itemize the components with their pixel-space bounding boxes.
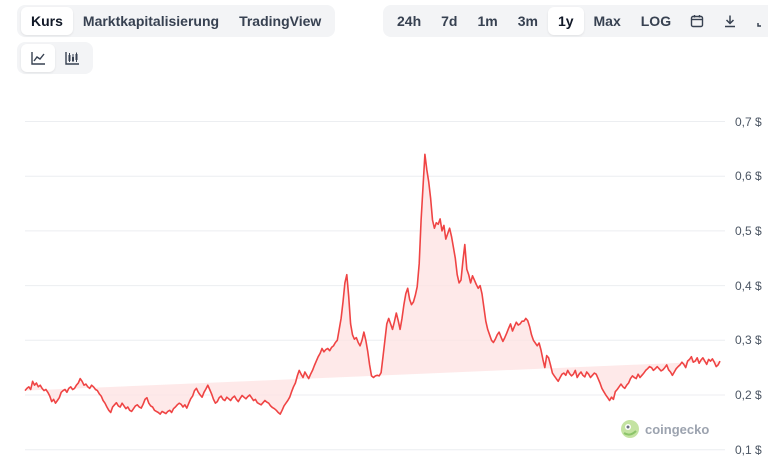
y-tick-label: 0,2 $ — [735, 388, 762, 402]
y-tick-label: 0,5 $ — [735, 223, 762, 238]
y-tick-label: 0,3 $ — [735, 333, 762, 348]
y-tick-label: 0,7 $ — [735, 114, 762, 129]
price-area-fill — [25, 154, 720, 415]
price-chart[interactable] — [0, 0, 768, 466]
coingecko-watermark: coingecko — [620, 419, 709, 439]
y-tick-label: 0,4 $ — [735, 278, 762, 293]
watermark-text: coingecko — [645, 421, 710, 437]
coingecko-logo-icon — [621, 420, 639, 438]
y-tick-label: 0,1 $ — [735, 442, 762, 457]
y-tick-label: 0,6 $ — [735, 169, 762, 184]
